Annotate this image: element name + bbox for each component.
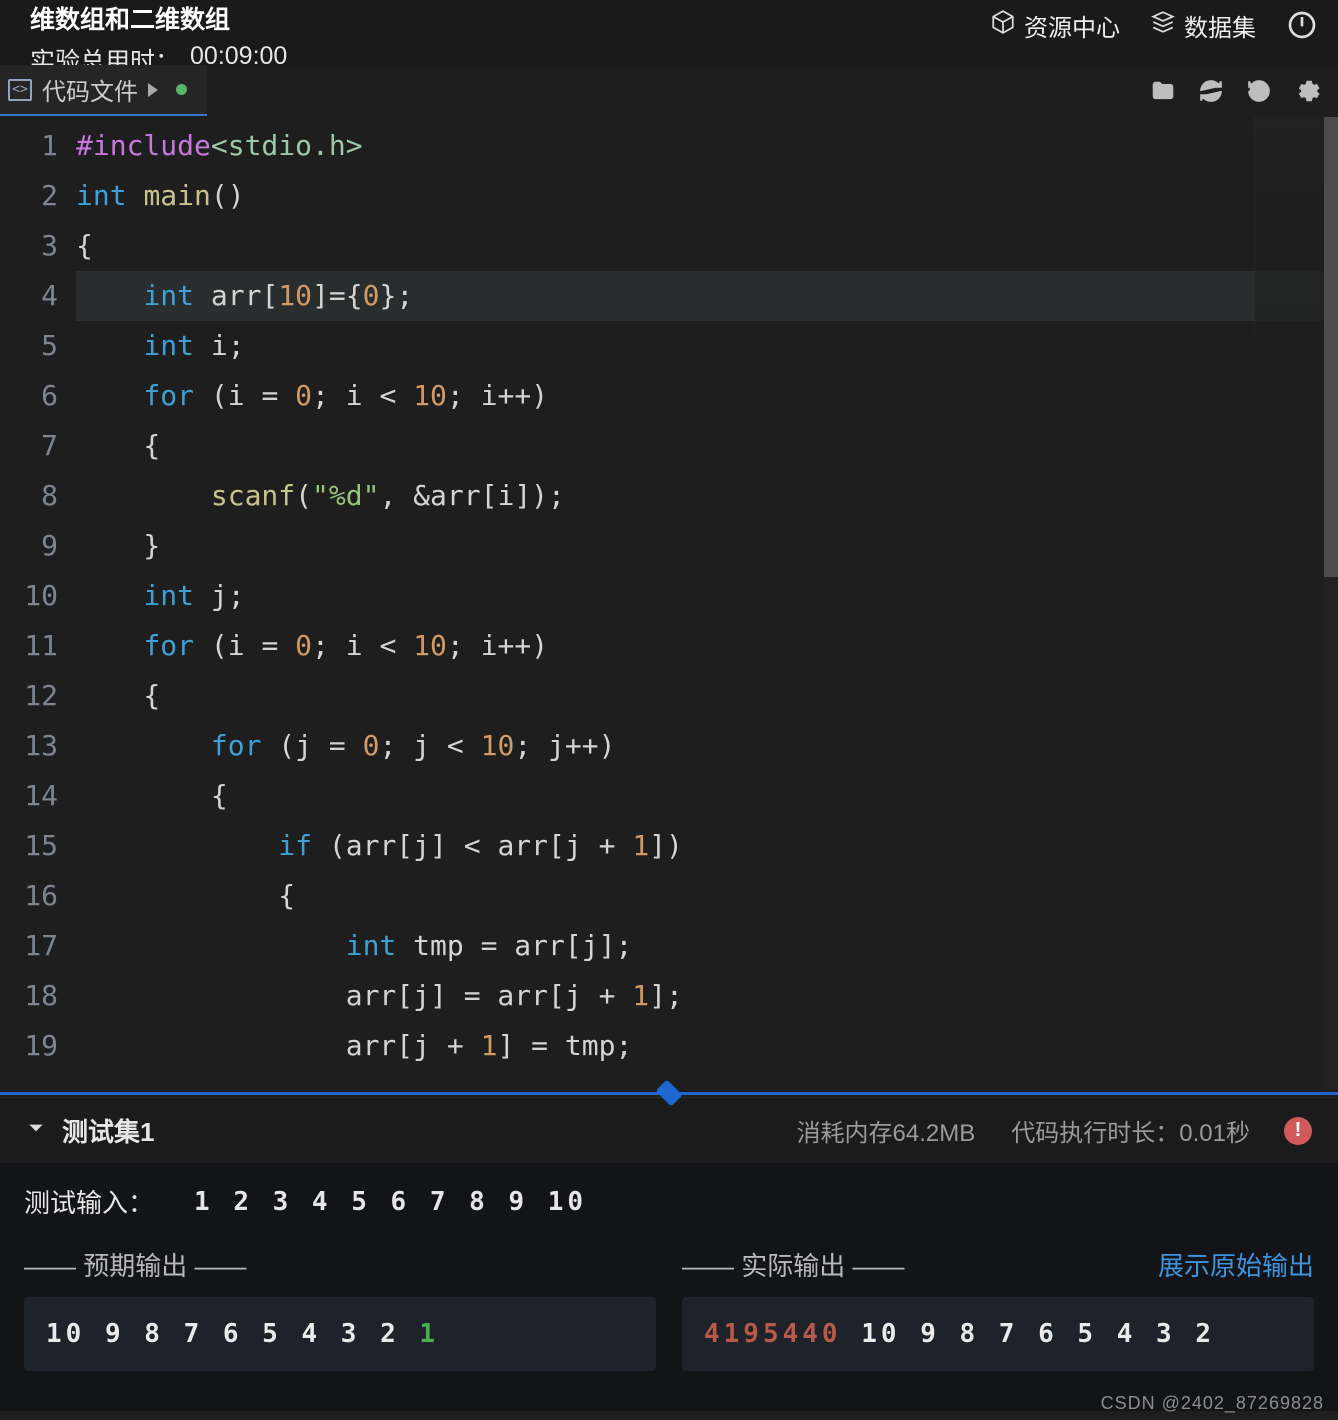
code-line[interactable]: arr[j + 1] = tmp; (76, 1021, 1338, 1071)
outputs-header: —— 预期输出 —— —— 实际输出 —— 展示原始输出 (24, 1246, 1314, 1283)
code-editor[interactable]: 12345678910111213141516171819 #include<s… (0, 117, 1338, 1089)
cube-icon (990, 9, 1016, 42)
test-panel-header: 测试集1 消耗内存64.2MB 代码执行时长：0.01秒 ! (0, 1097, 1338, 1163)
code-line[interactable]: { (76, 221, 1338, 271)
dataset-label: 数据集 (1184, 8, 1256, 43)
code-line[interactable]: int j; (76, 571, 1338, 621)
expected-output-box: 10 9 8 7 6 5 4 3 2 1 (24, 1297, 656, 1371)
actual-output-common: 10 9 8 7 6 5 4 3 2 (861, 1319, 1215, 1349)
expected-header: —— 预期输出 —— (24, 1246, 656, 1283)
error-badge: ! (1284, 1117, 1312, 1145)
tab-code-file[interactable]: <> 代码文件 (0, 65, 207, 116)
code-line[interactable]: int tmp = arr[j]; (76, 921, 1338, 971)
code-line[interactable]: int main() (76, 171, 1338, 221)
dirty-indicator (176, 84, 187, 95)
test-input-label: 测试输入： (24, 1183, 154, 1220)
split-handle[interactable] (0, 1089, 1338, 1097)
code-area[interactable]: #include<stdio.h>int main(){ int arr[10]… (76, 117, 1338, 1089)
vertical-scrollbar[interactable] (1324, 117, 1338, 1089)
code-line[interactable]: int i; (76, 321, 1338, 371)
actual-header: —— 实际输出 —— (682, 1246, 904, 1283)
actual-output-bad: 4195440 (704, 1319, 861, 1349)
page-title: 维数组和二维数组 (30, 0, 230, 36)
code-line[interactable]: } (76, 521, 1338, 571)
code-line[interactable]: for (i = 0; i < 10; i++) (76, 371, 1338, 421)
tab-label: 代码文件 (42, 72, 138, 107)
actual-output-box: 4195440 10 9 8 7 6 5 4 3 2 (682, 1297, 1314, 1371)
test-input-row: 测试输入： 1 2 3 4 5 6 7 8 9 10 (24, 1183, 1314, 1220)
resource-center-link[interactable]: 资源中心 (990, 8, 1120, 43)
play-icon (148, 83, 158, 97)
code-line[interactable]: scanf("%d", &arr[i]); (76, 471, 1338, 521)
code-line[interactable]: for (i = 0; i < 10; i++) (76, 621, 1338, 671)
app-header: 维数组和二维数组 实验总用时： 00:09:00 资源中心 数据集 (0, 0, 1338, 65)
code-line[interactable]: for (j = 0; j < 10; j++) (76, 721, 1338, 771)
test-panel-body: 测试输入： 1 2 3 4 5 6 7 8 9 10 —— 预期输出 —— ——… (0, 1163, 1338, 1411)
test-input-values: 1 2 3 4 5 6 7 8 9 10 (194, 1187, 587, 1217)
expected-output-common: 10 9 8 7 6 5 4 3 2 (46, 1319, 419, 1349)
memory-stat: 消耗内存64.2MB (797, 1113, 976, 1148)
history-icon[interactable] (1246, 78, 1272, 104)
exec-time-stat: 代码执行时长：0.01秒 (1011, 1113, 1250, 1148)
dataset-link[interactable]: 数据集 (1150, 8, 1256, 43)
code-line[interactable]: { (76, 771, 1338, 821)
collapse-toggle[interactable] (26, 1118, 46, 1143)
code-line[interactable]: { (76, 421, 1338, 471)
gear-icon[interactable] (1294, 78, 1320, 104)
layers-icon (1150, 9, 1176, 42)
code-file-icon: <> (8, 79, 32, 101)
tab-bar: <> 代码文件 (0, 65, 1338, 117)
refresh-icon[interactable] (1198, 78, 1224, 104)
scroll-thumb[interactable] (1324, 117, 1338, 577)
expected-output-diff: 1 (419, 1319, 439, 1349)
test-set-title: 测试集1 (62, 1112, 154, 1149)
line-gutter: 12345678910111213141516171819 (0, 117, 76, 1089)
header-right: 资源中心 数据集 (990, 0, 1318, 50)
code-line[interactable]: int arr[10]={0}; (76, 271, 1338, 321)
minimap[interactable] (1254, 117, 1324, 337)
code-line[interactable]: { (76, 871, 1338, 921)
code-line[interactable]: arr[j] = arr[j + 1]; (76, 971, 1338, 1021)
outputs-grid: 10 9 8 7 6 5 4 3 2 1 4195440 10 9 8 7 6 … (24, 1297, 1314, 1371)
code-line[interactable]: { (76, 671, 1338, 721)
folder-icon[interactable] (1150, 78, 1176, 104)
power-button[interactable] (1286, 9, 1318, 41)
show-raw-output-link[interactable]: 展示原始输出 (1158, 1246, 1314, 1283)
code-line[interactable]: if (arr[j] < arr[j + 1]) (76, 821, 1338, 871)
code-line[interactable]: #include<stdio.h> (76, 121, 1338, 171)
editor-toolbar (1150, 65, 1338, 116)
resource-center-label: 资源中心 (1024, 8, 1120, 43)
watermark: CSDN @2402_87269828 (1101, 1393, 1324, 1414)
